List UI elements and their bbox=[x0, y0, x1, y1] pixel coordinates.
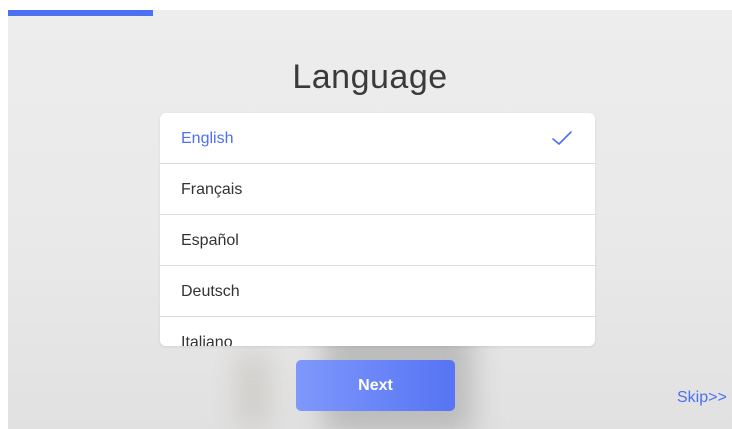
language-item-label: Français bbox=[181, 181, 243, 198]
language-item-espanol[interactable]: Español bbox=[160, 215, 595, 266]
language-item-label: Italiano bbox=[181, 334, 233, 346]
setup-screen: Language English Français Español Deutsc… bbox=[8, 10, 732, 429]
language-item-label: English bbox=[181, 130, 234, 147]
language-list[interactable]: English Français Español Deutsch Italian… bbox=[160, 113, 595, 346]
language-item-deutsch[interactable]: Deutsch bbox=[160, 266, 595, 317]
check-icon bbox=[552, 131, 572, 145]
language-item-label: Español bbox=[181, 232, 239, 249]
language-item-english[interactable]: English bbox=[160, 113, 595, 164]
page-title: Language bbox=[292, 58, 448, 96]
background-blur-leg bbox=[238, 350, 268, 429]
language-item-francais[interactable]: Français bbox=[160, 164, 595, 215]
skip-link[interactable]: Skip>> bbox=[677, 389, 727, 407]
language-item-label: Deutsch bbox=[181, 283, 240, 300]
setup-progress-fill bbox=[8, 10, 153, 16]
next-button[interactable]: Next bbox=[296, 360, 455, 411]
setup-progress-bar bbox=[8, 10, 732, 16]
language-item-italiano[interactable]: Italiano bbox=[160, 317, 595, 346]
